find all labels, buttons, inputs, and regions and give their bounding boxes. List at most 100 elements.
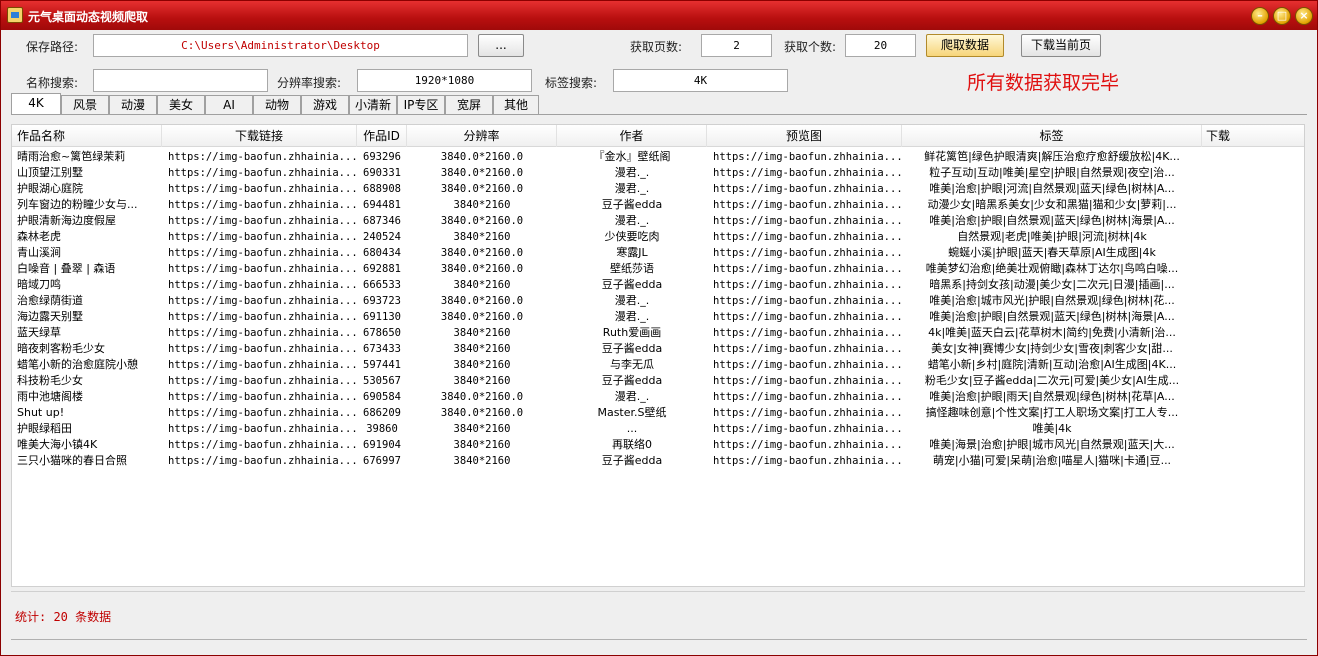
tab-anime[interactable]: 动漫	[109, 95, 157, 115]
table-row[interactable]: 护眼湖心庭院 https://img-baofun.zhhainia... 6889…	[12, 181, 1304, 197]
table-row[interactable]: 三只小猫咪的春日合照 https://img-baofun.zhhainia...…	[12, 453, 1304, 469]
pages-input[interactable]: 2	[701, 34, 772, 57]
minimize-button[interactable]: –	[1251, 7, 1269, 25]
cell-resolution: 3840*2160	[453, 343, 511, 355]
cell-name: 蜡笔小新的治愈庭院小憩	[17, 358, 138, 371]
cell-tags: 美女|女神|赛博少女|持剑少女|雪夜|刺客少女|甜...	[931, 342, 1173, 355]
cell-download-link: https://img-baofun.zhhainia...	[168, 295, 357, 307]
cell-author: 豆子酱edda	[601, 278, 663, 291]
resolution-search-input[interactable]: 1920*1080	[357, 69, 532, 92]
cell-name: 护眼清新海边度假屋	[17, 214, 116, 227]
tab-widescreen[interactable]: 宽屏	[445, 95, 493, 115]
table-row[interactable]: 唯美大海小镇4K https://img-baofun.zhhainia... 69…	[12, 437, 1304, 453]
cell-author: 漫君._.	[614, 166, 650, 179]
save-path-label: 保存路径:	[26, 40, 79, 54]
cell-tags: 唯美|4k	[1032, 422, 1072, 435]
table-row[interactable]: 青山溪涧 https://img-baofun.zhhainia... 680434…	[12, 245, 1304, 261]
table-row[interactable]: 海边露天别墅 https://img-baofun.zhhainia... 6911…	[12, 309, 1304, 325]
cell-name: 暗域刀鸣	[17, 278, 61, 291]
col-header-preview[interactable]: 预览图	[707, 125, 902, 147]
table-row[interactable]: 森林老虎 https://img-baofun.zhhainia... 240524…	[12, 229, 1304, 245]
app-icon	[7, 7, 23, 23]
table-row[interactable]: 治愈绿荫街道 https://img-baofun.zhhainia... 6937…	[12, 293, 1304, 309]
col-header-author[interactable]: 作者	[557, 125, 707, 147]
cell-download-link: https://img-baofun.zhhainia...	[168, 311, 357, 323]
tab-fresh[interactable]: 小清新	[349, 95, 397, 115]
cell-resolution: 3840*2160	[453, 327, 511, 339]
title-bar[interactable]: 元气桌面动态视频爬取 – □ ×	[1, 1, 1317, 30]
tab-animals[interactable]: 动物	[253, 95, 301, 115]
maximize-button[interactable]: □	[1273, 7, 1291, 25]
col-header-name[interactable]: 作品名称	[12, 125, 162, 147]
count-label: 获取个数:	[784, 40, 837, 54]
tab-divider	[11, 114, 1307, 115]
table-row[interactable]: 白噪音 | 叠翠 | 森语 https://img-baofun.zhhainia…	[12, 261, 1304, 277]
table-row[interactable]: 护眼绿稻田 https://img-baofun.zhhainia... 39860…	[12, 421, 1304, 437]
cell-tags: 蜿蜒小溪|护眼|蓝天|春天草原|AI生成图|4k	[948, 246, 1156, 259]
cell-tags: 暗黑系|持剑女孩|动漫|美少女|二次元|日漫|插画|...	[929, 278, 1175, 291]
app-window: 元气桌面动态视频爬取 – □ × 保存路径: C:\Users\Administ…	[0, 0, 1318, 656]
cell-resolution: 3840.0*2160.0	[440, 151, 524, 163]
col-header-tags[interactable]: 标签	[902, 125, 1202, 147]
col-header-id[interactable]: 作品ID	[357, 125, 407, 147]
cell-name: 山顶望江别墅	[17, 166, 83, 179]
table-row[interactable]: 蓝天绿草 https://img-baofun.zhhainia... 678650…	[12, 325, 1304, 341]
cell-preview: https://img-baofun.zhhainia...	[713, 167, 902, 179]
col-header-resolution[interactable]: 分辨率	[407, 125, 557, 147]
table-row[interactable]: 暗夜刺客粉毛少女 https://img-baofun.zhhainia... 67…	[12, 341, 1304, 357]
table-row[interactable]: 暗域刀鸣 https://img-baofun.zhhainia... 666533…	[12, 277, 1304, 293]
close-button[interactable]: ×	[1295, 7, 1313, 25]
table-row[interactable]: 护眼清新海边度假屋 https://img-baofun.zhhainia... 6…	[12, 213, 1304, 229]
tab-games[interactable]: 游戏	[301, 95, 349, 115]
tab-other[interactable]: 其他	[493, 95, 539, 115]
cell-id: 693723	[363, 295, 401, 307]
tab-beauty[interactable]: 美女	[157, 95, 205, 115]
count-input[interactable]: 20	[845, 34, 916, 57]
browse-button[interactable]: ...	[478, 34, 524, 57]
tab-ai[interactable]: AI	[205, 95, 253, 115]
cell-id: 240524	[363, 231, 401, 243]
cell-preview: https://img-baofun.zhhainia...	[713, 295, 902, 307]
table-row[interactable]: Shut up! https://img-baofun.zhhainia... 68…	[12, 405, 1304, 421]
cell-download-link: https://img-baofun.zhhainia...	[168, 263, 357, 275]
tag-search-label: 标签搜索:	[545, 76, 598, 90]
table-row[interactable]: 晴雨治愈~篱笆绿茉莉 https://img-baofun.zhhainia...…	[12, 149, 1304, 165]
col-header-download[interactable]: 下载	[1202, 125, 1304, 147]
cell-download-link: https://img-baofun.zhhainia...	[168, 279, 357, 291]
table-row[interactable]: 科技粉毛少女 https://img-baofun.zhhainia... 5305…	[12, 373, 1304, 389]
table-row[interactable]: 雨中池塘阁楼 https://img-baofun.zhhainia... 6905…	[12, 389, 1304, 405]
cell-download-link: https://img-baofun.zhhainia...	[168, 247, 357, 259]
table-row[interactable]: 列车窗边的粉瞳少女与... https://img-baofun.zhhainia…	[12, 197, 1304, 213]
tab-ip-zone[interactable]: IP专区	[397, 95, 445, 115]
crawl-button[interactable]: 爬取数据	[926, 34, 1004, 57]
download-page-button[interactable]: 下载当前页	[1021, 34, 1101, 57]
table-row[interactable]: 蜡笔小新的治愈庭院小憩 https://img-baofun.zhhainia..…	[12, 357, 1304, 373]
cell-tags: 唯美梦幻治愈|绝美壮观俯瞰|森林丁达尔|鸟鸣白噪...	[925, 262, 1179, 275]
cell-download-link: https://img-baofun.zhhainia...	[168, 439, 357, 451]
name-search-label: 名称搜索:	[26, 76, 79, 90]
cell-download-link: https://img-baofun.zhhainia...	[168, 151, 357, 163]
cell-resolution: 3840*2160	[453, 439, 511, 451]
name-search-input[interactable]	[93, 69, 268, 92]
cell-name: 暗夜刺客粉毛少女	[17, 342, 105, 355]
cell-tags: 唯美|治愈|护眼|雨天|自然景观|绿色|树林|花草|A...	[929, 390, 1175, 403]
save-path-input[interactable]: C:\Users\Administrator\Desktop	[93, 34, 468, 57]
tag-search-input[interactable]: 4K	[613, 69, 788, 92]
cell-name: 雨中池塘阁楼	[17, 390, 83, 403]
cell-id: 694481	[363, 199, 401, 211]
cell-name: 三只小猫咪的春日合照	[17, 454, 127, 467]
tab-scenery[interactable]: 风景	[61, 95, 109, 115]
stats-text: 统计: 20 条数据	[15, 610, 112, 624]
cell-download-link: https://img-baofun.zhhainia...	[168, 231, 357, 243]
cell-author: 『金水』壁纸阁	[593, 150, 671, 163]
cell-resolution: 3840.0*2160.0	[440, 263, 524, 275]
table-row[interactable]: 山顶望江别墅 https://img-baofun.zhhainia... 6903…	[12, 165, 1304, 181]
cell-author: 壁纸莎语	[610, 262, 654, 275]
tab-4k[interactable]: 4K	[11, 93, 61, 115]
results-table[interactable]: 作品名称 下载链接 作品ID 分辨率 作者 预览图 标签 下载 晴雨治愈~篱笆绿…	[11, 124, 1305, 587]
cell-id: 691130	[363, 311, 401, 323]
cell-tags: 4k|唯美|蓝天白云|花草树木|简约|免费|小清新|治...	[928, 326, 1176, 339]
col-header-download-link[interactable]: 下载链接	[162, 125, 357, 147]
cell-preview: https://img-baofun.zhhainia...	[713, 343, 902, 355]
cell-id: 39860	[366, 423, 398, 435]
